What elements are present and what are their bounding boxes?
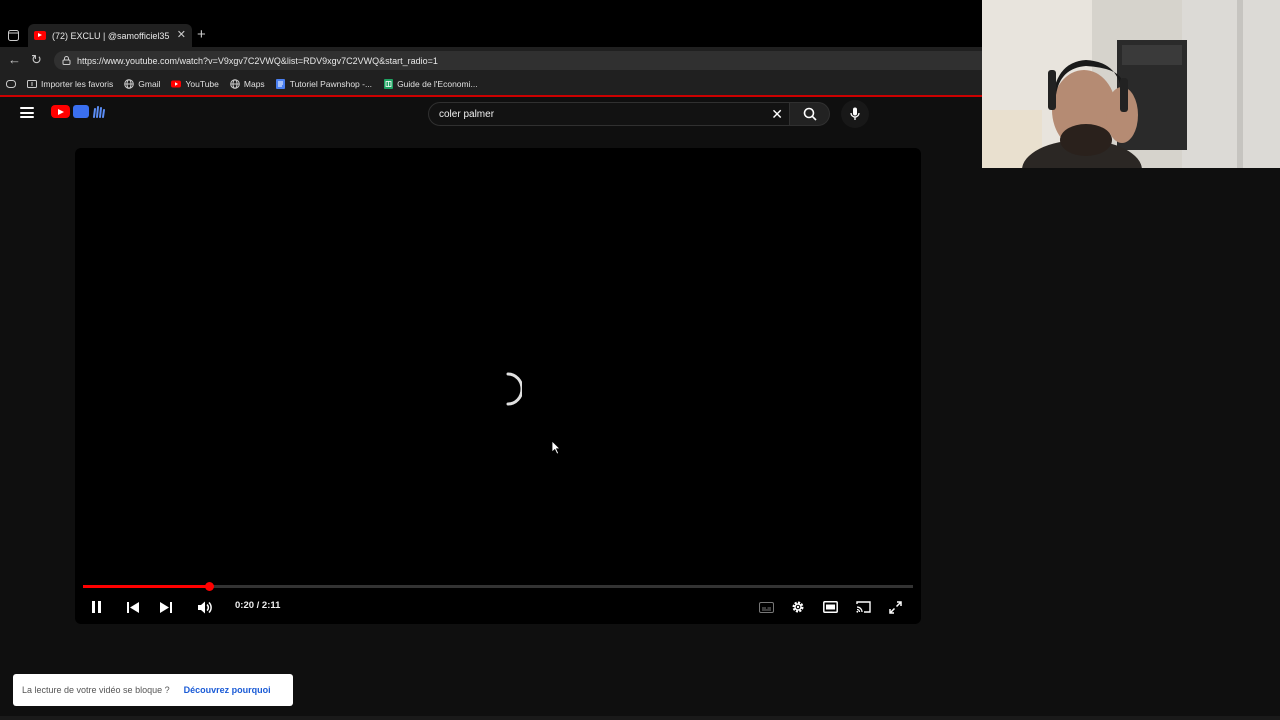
cast-icon — [855, 601, 871, 613]
next-button[interactable] — [158, 598, 174, 616]
playback-help-toast: La lecture de votre vidéo se bloque ? Dé… — [13, 674, 293, 706]
skip-previous-icon — [127, 601, 139, 613]
search-input[interactable]: coler palmer — [439, 109, 771, 120]
microphone-icon — [850, 107, 860, 120]
import-icon — [27, 79, 37, 89]
skip-next-icon — [160, 601, 172, 613]
url-field[interactable]: https://www.youtube.com/watch?v=V9xgv7C2… — [54, 51, 982, 70]
screen: (72) EXCLU | @samofficiel35 - FR ✕ + ← ↻… — [0, 0, 1280, 720]
tab-list-icon[interactable] — [6, 28, 20, 42]
pause-button[interactable] — [88, 598, 104, 616]
tab-title: (72) EXCLU | @samofficiel35 - FR — [52, 30, 171, 41]
volume-button[interactable] — [197, 598, 215, 616]
site-info-icon[interactable] — [62, 56, 71, 65]
reload-icon[interactable]: ↻ — [31, 53, 42, 66]
youtube-favicon-icon — [34, 31, 46, 40]
bookmark-label: Importer les favoris — [41, 79, 114, 89]
learn-why-link[interactable]: Découvrez pourquoi — [184, 685, 271, 695]
menu-icon[interactable] — [20, 107, 34, 118]
sheet-icon — [383, 79, 393, 89]
pause-icon — [91, 601, 101, 613]
bookmark-maps[interactable]: Maps — [230, 79, 265, 89]
doodle-logo-icon — [73, 105, 89, 118]
browser-tab-bar: (72) EXCLU | @samofficiel35 - FR ✕ + — [0, 0, 982, 47]
progress-played — [83, 585, 210, 588]
bookmark-apps[interactable] — [6, 79, 16, 89]
theater-mode-icon — [822, 601, 838, 613]
globe-icon — [124, 79, 135, 89]
streamer-webcam-image — [982, 0, 1280, 168]
cast-button[interactable] — [854, 598, 872, 616]
bookmark-gmail[interactable]: Gmail — [124, 79, 160, 89]
bookmark-label: YouTube — [185, 79, 219, 89]
search-button[interactable] — [790, 102, 830, 126]
bookmark-import[interactable]: Importer les favoris — [27, 79, 113, 89]
youtube-header: coler palmer ✕ — [0, 97, 982, 131]
youtube-logo[interactable] — [51, 105, 106, 118]
browser-tab[interactable]: (72) EXCLU | @samofficiel35 - FR ✕ — [28, 24, 192, 47]
volume-icon — [198, 601, 212, 613]
doc-icon — [276, 79, 286, 89]
bookmark-label: Gmail — [138, 79, 161, 89]
youtube-play-logo-icon — [51, 105, 70, 118]
youtube-icon — [171, 79, 182, 89]
back-arrow-icon[interactable]: ← — [8, 53, 21, 66]
globe-icon — [230, 79, 240, 89]
toast-message: La lecture de votre vidéo se bloque ? — [22, 685, 170, 695]
bookmark-tutoriel[interactable]: Tutoriel Pawnshop -... — [276, 79, 372, 89]
bookmarks-bar: Importer les favoris Gmail YouTube Maps … — [0, 73, 982, 95]
bookmark-label: Guide de l'Economi... — [397, 79, 478, 89]
mouse-cursor-icon — [551, 440, 561, 455]
apps-icon — [6, 79, 16, 89]
tab-close-icon[interactable]: ✕ — [177, 30, 186, 41]
previous-button[interactable] — [125, 598, 141, 616]
fullscreen-icon — [888, 600, 902, 614]
settings-button[interactable] — [789, 598, 807, 616]
new-tab-icon[interactable]: + — [197, 27, 206, 42]
url-text: https://www.youtube.com/watch?v=V9xgv7C2… — [77, 55, 438, 66]
bookmark-label: Tutoriel Pawnshop -... — [289, 79, 373, 89]
video-player[interactable] — [75, 148, 921, 624]
gear-icon — [792, 601, 804, 613]
bookmark-guide[interactable]: Guide de l'Economi... — [383, 79, 478, 89]
bookmark-label: Maps — [243, 79, 265, 89]
search-icon — [803, 107, 817, 121]
webcam-overlay — [982, 0, 1280, 168]
window-bottom-edge — [0, 716, 1280, 720]
voice-search-button[interactable] — [841, 100, 869, 128]
fullscreen-button[interactable] — [886, 598, 904, 616]
address-bar-row: ← ↻ https://www.youtube.com/watch?v=V9xg… — [0, 47, 982, 73]
theater-mode-button[interactable] — [821, 598, 839, 616]
time-display: 0:20 / 2:11 — [235, 600, 281, 611]
loading-spinner-icon — [506, 372, 522, 406]
doodle-hand-icon — [93, 106, 105, 118]
bookmark-youtube[interactable]: YouTube — [171, 79, 219, 89]
subtitles-button[interactable] — [757, 598, 775, 616]
clear-search-icon[interactable]: ✕ — [771, 107, 783, 121]
subtitles-icon — [758, 601, 774, 613]
progress-bar[interactable] — [83, 582, 913, 591]
search-box[interactable]: coler palmer ✕ — [428, 102, 790, 126]
